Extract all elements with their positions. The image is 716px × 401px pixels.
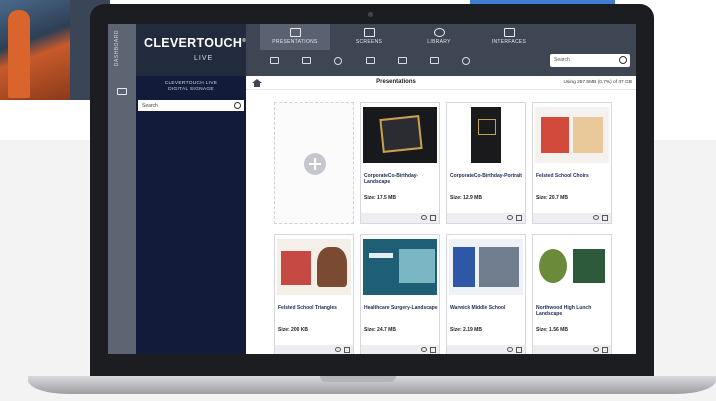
- dashboard-label: DASHBOARD: [114, 30, 120, 67]
- presentation-grid: CorporateCo-Birthday-Landscape Size: 17.…: [274, 102, 634, 354]
- presentation-thumbnail: [535, 107, 609, 163]
- background-photo-left: [0, 0, 70, 100]
- folder-toggle-icon[interactable]: [117, 88, 127, 95]
- brand-logo: CLEVERTOUCH® LIVE: [136, 24, 246, 76]
- presentation-card[interactable]: Felsted School Triangles Size: 200 KB: [274, 234, 354, 354]
- preview-icon[interactable]: [421, 215, 427, 220]
- presentation-card[interactable]: CorporateCo-Birthday-Portrait Size: 12.9…: [446, 102, 526, 224]
- presentation-card[interactable]: Felsted School Choirs Size: 20.7 MB: [532, 102, 612, 224]
- folder-panel: CLEVERTOUCH LIVE DIGITAL SIGNAGE Search: [136, 76, 246, 354]
- page-title: Presentations: [376, 79, 416, 85]
- tab-interfaces[interactable]: INTERFACES: [474, 24, 544, 50]
- presentation-card[interactable]: Northwood High Lunch Landscape Size: 1.5…: [532, 234, 612, 354]
- presentation-thumbnail: [535, 239, 609, 295]
- dashboard-sidebar[interactable]: DASHBOARD: [108, 24, 136, 354]
- panel-title: CLEVERTOUCH LIVE DIGITAL SIGNAGE: [164, 81, 218, 92]
- breadcrumb: Presentations Using 257.5MB (0.7%) of 37…: [246, 76, 636, 90]
- tab-screens[interactable]: SCREENS: [334, 24, 404, 50]
- tab-library[interactable]: LIBRARY: [404, 24, 474, 50]
- preview-icon[interactable]: [507, 347, 513, 352]
- presentation-icon: [289, 28, 301, 37]
- sync-icon[interactable]: [462, 57, 470, 65]
- edit-icon[interactable]: [516, 347, 522, 353]
- presentation-card[interactable]: Warwick Middle School Size: 2.19 MB: [446, 234, 526, 354]
- presentation-thumbnail: [277, 239, 351, 295]
- presentation-thumbnail: [449, 107, 523, 163]
- preview-icon[interactable]: [593, 215, 599, 220]
- refresh-icon[interactable]: [334, 57, 342, 65]
- copy-icon[interactable]: [302, 57, 311, 64]
- brand-name: CLEVERTOUCH®: [144, 36, 247, 50]
- library-icon: [433, 28, 445, 37]
- search-input[interactable]: Search: [550, 54, 630, 67]
- tab-presentations[interactable]: PRESENTATIONS: [260, 24, 330, 50]
- camera-icon: [368, 12, 373, 17]
- presentation-card[interactable]: Healthcare Surgery-Landscape Size: 24.7 …: [360, 234, 440, 354]
- preview-icon[interactable]: [507, 215, 513, 220]
- background-figure: [8, 10, 30, 98]
- presentation-thumbnail: [363, 107, 437, 163]
- preview-icon[interactable]: [335, 347, 341, 352]
- preview-icon[interactable]: [593, 347, 599, 352]
- storage-usage: Using 257.5MB (0.7%) of 37 GB: [563, 80, 632, 85]
- search-icon[interactable]: [234, 102, 241, 109]
- edit-icon[interactable]: [430, 347, 436, 353]
- laptop-notch: [320, 376, 396, 382]
- presentation-thumbnail: [449, 239, 523, 295]
- folder-icon[interactable]: [398, 57, 407, 64]
- edit-icon[interactable]: [344, 347, 350, 353]
- add-presentation-button[interactable]: [274, 102, 354, 224]
- presentation-card[interactable]: CorporateCo-Birthday-Landscape Size: 17.…: [360, 102, 440, 224]
- interfaces-icon: [503, 28, 515, 37]
- app-header: CLEVERTOUCH® LIVE PRESENTATIONS SCREENS …: [136, 24, 636, 76]
- presentations-main: Presentations Using 257.5MB (0.7%) of 37…: [246, 76, 636, 354]
- preview-icon[interactable]: [421, 347, 427, 352]
- brand-sub: LIVE: [194, 55, 214, 62]
- edit-icon[interactable]: [602, 347, 608, 353]
- edit-icon[interactable]: [430, 215, 436, 221]
- plus-icon: [304, 153, 326, 175]
- edit-icon[interactable]: [602, 215, 608, 221]
- panel-search-input[interactable]: Search: [138, 100, 244, 111]
- app-screen: DASHBOARD CLEVERTOUCH® LIVE PRESENTATION…: [108, 24, 636, 354]
- monitor-icon: [363, 28, 375, 37]
- presentation-thumbnail: [363, 239, 437, 295]
- search-icon[interactable]: [619, 56, 627, 64]
- move-icon[interactable]: [430, 57, 439, 64]
- new-presentation-icon[interactable]: [270, 57, 279, 64]
- edit-icon[interactable]: [516, 215, 522, 221]
- document-icon[interactable]: [366, 57, 375, 64]
